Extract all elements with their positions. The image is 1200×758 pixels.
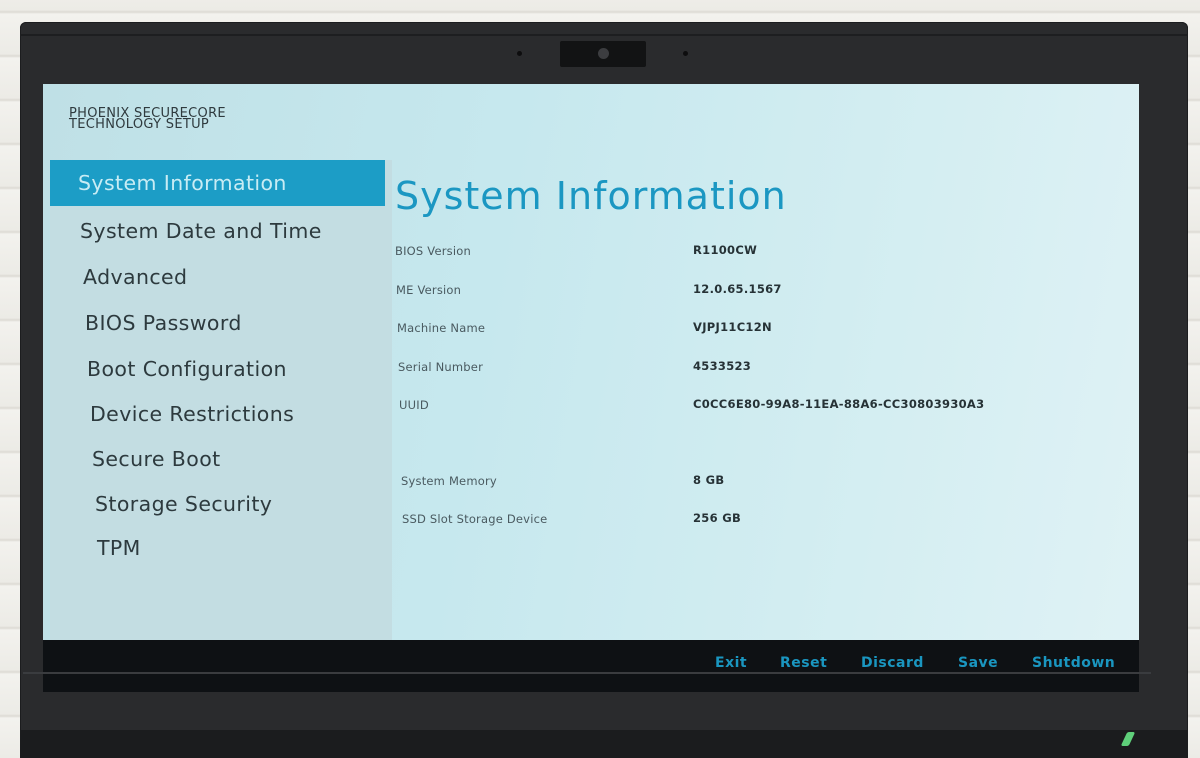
field-value-machine-name: VJPJ11C12N	[693, 320, 772, 334]
page-title: System Information	[395, 174, 787, 218]
brand-line-2: TECHNOLOGY SETUP	[69, 117, 210, 132]
field-value-serial-number: 4533523	[693, 359, 752, 373]
field-label-bios-version: BIOS Version	[395, 244, 471, 258]
webcam-lens-icon	[598, 48, 609, 59]
content-area: PHOENIX SECURECORE TECHNOLOGY SETUP Syst…	[43, 84, 1139, 640]
sidebar-item-advanced[interactable]: Advanced	[50, 254, 385, 300]
sensor-icon	[683, 51, 688, 56]
shutdown-button[interactable]: Shutdown	[1032, 655, 1115, 671]
sidebar-nav: System Information System Date and Time …	[50, 160, 392, 640]
discard-button[interactable]: Discard	[861, 655, 924, 671]
field-value-system-memory: 8 GB	[693, 473, 725, 487]
bios-screen: PHOENIX SECURECORE TECHNOLOGY SETUP Syst…	[43, 84, 1139, 692]
webcam	[560, 41, 646, 67]
field-value-uuid: C0CC6E80-99A8-11EA-88A6-CC30803930A3	[693, 397, 985, 411]
field-value-bios-version: R1100CW	[693, 243, 758, 257]
field-value-me-version: 12.0.65.1567	[693, 282, 782, 296]
field-label-ssd-storage: SSD Slot Storage Device	[402, 512, 548, 526]
exit-button[interactable]: Exit	[715, 655, 747, 671]
reset-button[interactable]: Reset	[780, 655, 827, 671]
sidebar-item-system-date-and-time[interactable]: System Date and Time	[50, 208, 385, 254]
laptop-base	[20, 730, 1188, 758]
bezel-bottom-edge	[23, 672, 1151, 674]
field-label-system-memory: System Memory	[401, 474, 497, 488]
bezel-edge	[20, 34, 1188, 36]
field-label-me-version: ME Version	[396, 283, 462, 297]
sidebar-item-tpm[interactable]: TPM	[50, 525, 385, 571]
brand-logo: PHOENIX SECURECORE TECHNOLOGY SETUP	[69, 107, 226, 132]
field-value-ssd-storage: 256 GB	[693, 511, 742, 525]
sidebar-item-boot-configuration[interactable]: Boot Configuration	[50, 346, 385, 392]
microphone-icon	[517, 51, 522, 56]
save-button[interactable]: Save	[958, 655, 998, 671]
field-label-uuid: UUID	[399, 398, 429, 412]
sidebar-item-device-restrictions[interactable]: Device Restrictions	[50, 391, 385, 437]
field-label-serial-number: Serial Number	[398, 360, 483, 374]
sidebar-item-bios-password[interactable]: BIOS Password	[50, 300, 385, 346]
sidebar-item-storage-security[interactable]: Storage Security	[50, 481, 385, 527]
sidebar-item-secure-boot[interactable]: Secure Boot	[50, 436, 385, 482]
footer-action-bar: Exit Reset Discard Save Shutdown	[43, 640, 1139, 692]
laptop-bezel: PHOENIX SECURECORE TECHNOLOGY SETUP Syst…	[20, 22, 1188, 758]
field-label-machine-name: Machine Name	[397, 321, 486, 335]
sidebar-item-system-information[interactable]: System Information	[50, 160, 385, 206]
